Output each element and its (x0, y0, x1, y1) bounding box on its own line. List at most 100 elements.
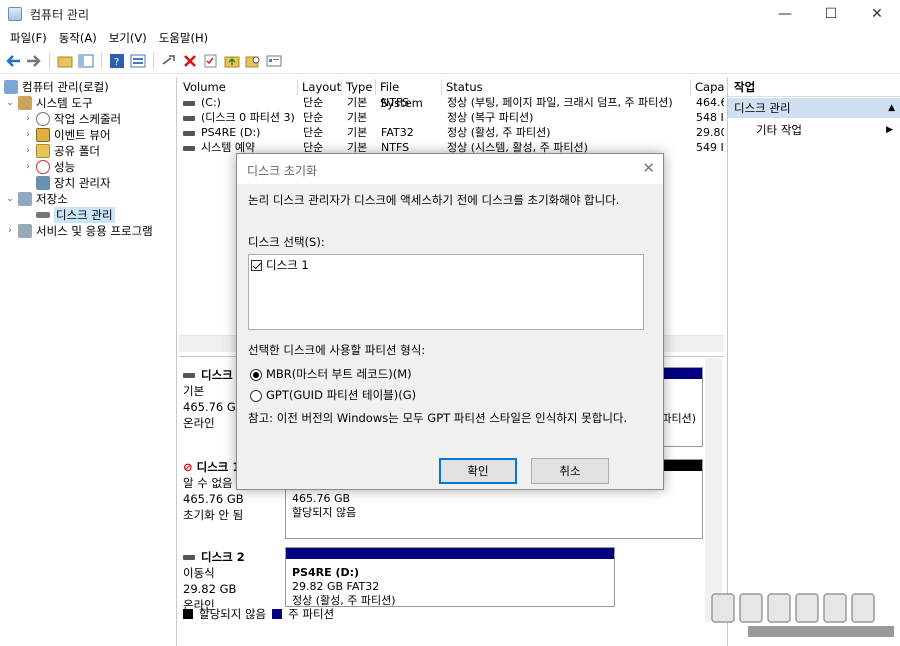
mbr-radio[interactable] (250, 368, 262, 381)
ok-button[interactable]: 확인 (439, 458, 517, 484)
properties-icon[interactable] (129, 52, 147, 70)
forward-icon[interactable] (25, 52, 43, 70)
column-header-capacity[interactable]: Capa (691, 79, 724, 95)
tree-item-event-viewer[interactable]: › 이벤트 뷰어 (22, 127, 111, 143)
close-icon[interactable]: ✕ (642, 159, 655, 177)
gpt-radio[interactable] (250, 389, 262, 402)
actions-section-disk-management[interactable]: 디스크 관리 ▲ (728, 98, 900, 118)
computer-management-icon (8, 7, 22, 21)
disk-2-partition[interactable]: PS4RE (D:) 29.82 GB FAT32 정상 (활성, 주 파티션) (285, 547, 615, 607)
tree-item-device-manager[interactable]: 장치 관리자 (22, 175, 111, 191)
minimize-button[interactable]: — (762, 0, 808, 28)
partition-size: 29.82 GB FAT32 (292, 580, 380, 593)
expander[interactable]: › (22, 146, 34, 156)
expander[interactable]: › (22, 114, 34, 124)
disk-name: 디스크 2 (201, 550, 245, 564)
column-header-status[interactable]: Status (442, 79, 691, 95)
expander[interactable]: ⌄ (4, 194, 16, 204)
tree-item-computer-management[interactable]: 컴퓨터 관리(로컬) (2, 79, 109, 95)
tree-item-services-applications[interactable]: › 서비스 및 응용 프로그램 (4, 223, 153, 239)
status-cell: 정상 (복구 파티션) (447, 111, 534, 124)
error-icon: ⊘ (183, 460, 193, 474)
disk-icon (183, 555, 195, 560)
fs-cell: FAT32 (381, 126, 414, 139)
volume-name: (디스크 0 파티션 3) (201, 111, 295, 124)
tree-item-disk-management[interactable]: 디스크 관리 (22, 207, 115, 223)
toolbar-separator (101, 51, 102, 70)
disk-size: 465.76 GB (183, 492, 244, 506)
actions-section-label: 디스크 관리 (734, 101, 791, 115)
dialog-title-bar: 디스크 초기화 ✕ (237, 154, 663, 184)
show-hide-tree-icon[interactable] (77, 52, 95, 70)
expander[interactable]: › (22, 162, 34, 172)
menu-file[interactable]: 파일(F) (4, 30, 53, 46)
close-button[interactable]: ✕ (854, 0, 900, 28)
tools-icon (18, 96, 32, 110)
tree-item-task-scheduler[interactable]: › 작업 스케줄러 (22, 111, 121, 127)
disk-1-checkbox[interactable] (251, 260, 262, 271)
tree-item-system-tools[interactable]: ⌄ 시스템 도구 (4, 95, 93, 111)
layout-cell: 단순 (303, 96, 324, 109)
actions-header: 작업 (728, 77, 900, 97)
disk-type: 이동식 (183, 566, 215, 580)
actions-item-label: 기타 작업 (756, 123, 802, 137)
column-header-volume[interactable]: Volume (179, 79, 298, 95)
table-row[interactable]: (C:) 단순 기본 NTFS 정상 (부팅, 페이지 파일, 크래시 덤프, … (179, 95, 724, 110)
back-icon[interactable] (4, 52, 22, 70)
expander[interactable]: › (22, 130, 34, 140)
tree-item-label: 공유 폴더 (54, 144, 100, 158)
legend-unallocated: 할당되지 않음 (199, 607, 267, 621)
tree-item-shared-folders[interactable]: › 공유 폴더 (22, 143, 100, 159)
volume-name: (C:) (201, 96, 221, 109)
dialog-title: 디스크 초기화 (247, 164, 318, 178)
actions-item-more[interactable]: 기타 작업 ▶ (728, 120, 900, 140)
layout-cell: 단순 (303, 111, 324, 124)
tree-item-label: 시스템 도구 (36, 96, 93, 110)
tree-item-label: 성능 (54, 160, 76, 174)
disk-list-item[interactable]: 디스크 1 (251, 257, 309, 273)
cancel-button[interactable]: 취소 (531, 458, 609, 484)
gpt-option[interactable]: GPT(GUID 파티션 테이블)(G) (250, 387, 416, 403)
menu-bar: 파일(F) 동작(A) 보기(V) 도움말(H) (0, 28, 900, 48)
tree-item-storage[interactable]: ⌄ 저장소 (4, 191, 68, 207)
tree-item-label: 장치 관리자 (54, 176, 111, 190)
table-row[interactable]: (디스크 0 파티션 3) 단순 기본 정상 (복구 파티션) 548 I (179, 110, 724, 125)
table-row[interactable]: PS4RE (D:) 단순 기본 FAT32 정상 (활성, 주 파티션) 29… (179, 125, 724, 140)
expander[interactable]: ⌄ (4, 98, 16, 108)
maximize-button[interactable]: ☐ (808, 0, 854, 28)
menu-help[interactable]: 도움말(H) (153, 30, 214, 46)
type-cell: 기본 (347, 96, 368, 109)
vertical-scrollbar[interactable] (705, 358, 722, 622)
delete-icon[interactable] (181, 52, 199, 70)
toolbar-separator (153, 51, 154, 70)
menu-action[interactable]: 동작(A) (53, 30, 103, 46)
disk-size: 29.82 GB (183, 582, 237, 596)
dialog-intro: 논리 디스크 관리자가 디스크에 액세스하기 전에 디스크를 초기화해야 합니다… (248, 193, 620, 207)
menu-view[interactable]: 보기(V) (103, 30, 153, 46)
disk-name: 디스크 1 (196, 460, 241, 474)
column-header-layout[interactable]: Layout (298, 79, 342, 95)
connect-icon[interactable] (160, 52, 178, 70)
search-folder-icon[interactable] (244, 52, 262, 70)
tree-item-label: 작업 스케줄러 (54, 112, 122, 126)
mbr-option[interactable]: MBR(마스터 부트 레코드)(M) (250, 366, 412, 382)
checklist-icon[interactable] (202, 52, 220, 70)
disk-icon (183, 373, 195, 378)
storage-icon (18, 192, 32, 206)
up-folder-icon[interactable] (56, 52, 74, 70)
performance-icon (36, 160, 50, 174)
list-view-icon[interactable] (265, 52, 283, 70)
tree-item-label: 서비스 및 응용 프로그램 (36, 224, 153, 238)
tree-item-performance[interactable]: › 성능 (22, 159, 75, 175)
disk-select-list[interactable]: 디스크 1 (248, 254, 644, 330)
tree-item-label: 이벤트 뷰어 (54, 128, 111, 142)
expander[interactable]: › (4, 226, 16, 236)
collapse-up-icon[interactable]: ▲ (888, 98, 895, 118)
column-header-file-system[interactable]: File System (376, 79, 442, 110)
partition-name: PS4RE (D:) (292, 566, 360, 579)
column-header-type[interactable]: Type (342, 79, 376, 95)
capacity-cell: 29.80 (696, 126, 724, 139)
legend-primary: 주 파티션 (288, 607, 335, 621)
folder-up-icon[interactable] (223, 52, 241, 70)
help-icon[interactable]: ? (108, 52, 126, 70)
